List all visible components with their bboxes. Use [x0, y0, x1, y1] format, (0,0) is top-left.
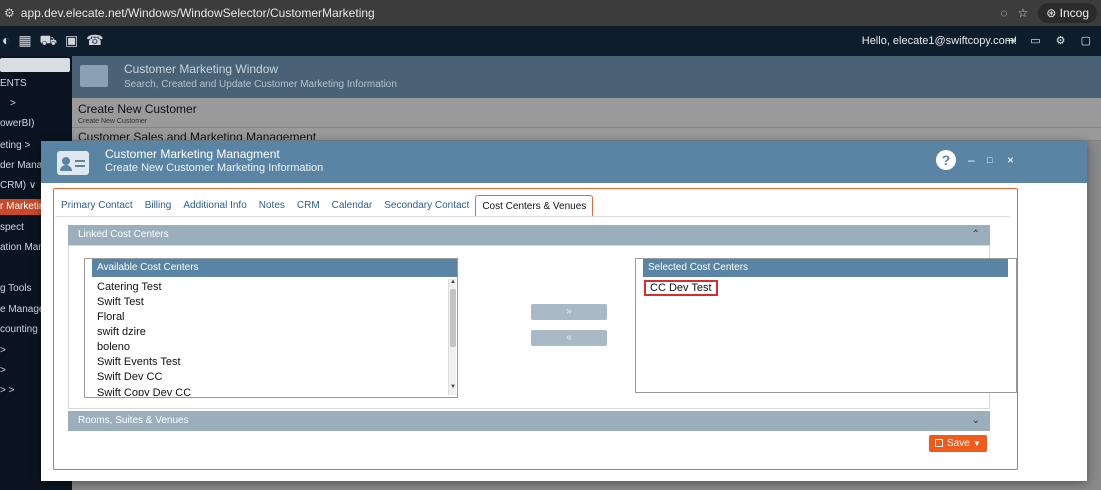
- user-greeting: Hello, elecate1@swiftcopy.com!: [861, 35, 1017, 47]
- tab-cost-centers-venues[interactable]: Cost Centers & Venues: [475, 195, 594, 217]
- background-window-title: Customer Marketing Window: [124, 62, 279, 76]
- incognito-label: Incog: [1059, 6, 1089, 20]
- tab-primary-contact[interactable]: Primary Contact: [55, 195, 139, 217]
- available-list-scrollbar[interactable]: ▲ ▼: [448, 279, 456, 395]
- modal-subtitle: Create New Customer Marketing Informatio…: [105, 162, 324, 174]
- close-icon[interactable]: ×: [1007, 153, 1014, 167]
- tab-notes[interactable]: Notes: [253, 195, 291, 217]
- sidebar-item[interactable]: owerBI): [0, 118, 72, 129]
- site-settings-icon[interactable]: ⚙: [4, 6, 15, 20]
- background-window-subtitle: Search, Created and Update Customer Mark…: [124, 79, 397, 90]
- selected-list-item[interactable]: CC Dev Test: [644, 280, 718, 296]
- background-row-create-customer[interactable]: Create New Customer Create New Customer: [72, 98, 1101, 128]
- row-title: Customer Sales and Marketing Management: [78, 130, 317, 141]
- browser-toolbar: ◌ ☆ ⊛ Incog: [1000, 0, 1101, 26]
- chevron-down-icon[interactable]: ⌄: [972, 411, 980, 431]
- minimize-icon[interactable]: –: [968, 153, 975, 167]
- tab-secondary-contact[interactable]: Secondary Contact: [378, 195, 475, 217]
- tab-calendar[interactable]: Calendar: [326, 195, 379, 217]
- modal-header: Customer Marketing Managment Create New …: [41, 141, 1087, 183]
- tab-divider: [55, 216, 1010, 217]
- selected-cost-centers-list: Selected Cost Centers CC Dev Test: [635, 258, 1017, 393]
- customer-marketing-modal: Customer Marketing Managment Create New …: [41, 141, 1087, 481]
- contact-card-icon: [57, 151, 89, 175]
- available-cost-centers-header: Available Cost Centers: [92, 259, 457, 277]
- row-title: Create New Customer: [78, 102, 197, 116]
- selected-cost-centers-header: Selected Cost Centers: [643, 259, 1008, 277]
- background-window-header: Customer Marketing Window Search, Create…: [72, 56, 1101, 98]
- sidebar-item[interactable]: >: [0, 98, 72, 109]
- browser-bar: ⚙ app.dev.elecate.net/Windows/WindowSele…: [0, 0, 1101, 26]
- list-item[interactable]: boleno: [97, 341, 130, 353]
- list-item[interactable]: Swift Copy Dev CC: [97, 387, 191, 396]
- incognito-badge[interactable]: ⊛ Incog: [1038, 3, 1097, 23]
- scroll-down-icon[interactable]: ▼: [449, 384, 457, 390]
- remove-cost-center-button[interactable]: «: [531, 330, 607, 346]
- list-item[interactable]: swift dzire: [97, 326, 146, 338]
- linked-cost-centers-header[interactable]: Linked Cost Centers ⌃: [68, 225, 990, 245]
- background-row-sales-marketing[interactable]: Customer Sales and Marketing Management: [72, 128, 1101, 141]
- panel-title: Rooms, Suites & Venues: [78, 415, 189, 426]
- panel-title: Linked Cost Centers: [78, 229, 169, 240]
- sidebar-search[interactable]: [0, 58, 70, 72]
- scroll-up-icon[interactable]: ▲: [449, 279, 457, 285]
- tab-additional-info[interactable]: Additional Info: [177, 195, 252, 217]
- available-cost-centers-list: Available Cost Centers Catering Test Swi…: [84, 258, 458, 398]
- list-item[interactable]: Swift Test: [97, 296, 144, 308]
- sidebar-item[interactable]: ENTS: [0, 78, 72, 89]
- modal-title: Customer Marketing Managment: [105, 147, 280, 161]
- list-item[interactable]: Swift Dev CC: [97, 371, 162, 383]
- help-icon[interactable]: ?: [936, 150, 956, 170]
- eye-off-icon[interactable]: ◌: [1000, 6, 1007, 20]
- save-disk-icon: [935, 439, 943, 447]
- scrollbar-thumb[interactable]: [450, 289, 456, 347]
- contact-card-icon: [80, 65, 108, 87]
- app-top-bar: ◐ ▦ ⛟ ▣ ☎ Hello, elecate1@swiftcopy.com!…: [0, 26, 1101, 56]
- list-item[interactable]: Swift Events Test: [97, 356, 181, 368]
- chevron-up-icon[interactable]: ⌃: [972, 225, 980, 245]
- linked-cost-centers-body: Available Cost Centers Catering Test Swi…: [68, 245, 1017, 409]
- available-list-viewport: Catering Test Swift Test Floral swift dz…: [85, 279, 440, 396]
- save-dropdown-caret-icon[interactable]: ▼: [973, 435, 981, 452]
- maximize-icon[interactable]: □: [987, 155, 992, 165]
- bookmark-star-icon[interactable]: ☆: [1017, 6, 1028, 20]
- list-item[interactable]: Floral: [97, 311, 125, 323]
- user-toolbar-icons[interactable]: ⇥ ▭ ⚙ ▢: [1006, 26, 1097, 56]
- save-button[interactable]: Save ▼: [929, 435, 987, 452]
- save-label: Save: [947, 438, 970, 449]
- tab-bar: Primary Contact Billing Additional Info …: [55, 195, 594, 217]
- add-cost-center-button[interactable]: »: [531, 304, 607, 320]
- address-bar[interactable]: app.dev.elecate.net/Windows/WindowSelect…: [21, 6, 375, 20]
- rooms-suites-venues-header[interactable]: Rooms, Suites & Venues ⌄: [68, 411, 990, 431]
- list-item[interactable]: Catering Test: [97, 281, 162, 293]
- app-quick-icons[interactable]: ◐ ▦ ⛟ ▣ ☎: [2, 32, 106, 51]
- tab-crm[interactable]: CRM: [291, 195, 326, 217]
- tab-billing[interactable]: Billing: [139, 195, 178, 217]
- row-subtitle: Create New Customer: [78, 118, 148, 125]
